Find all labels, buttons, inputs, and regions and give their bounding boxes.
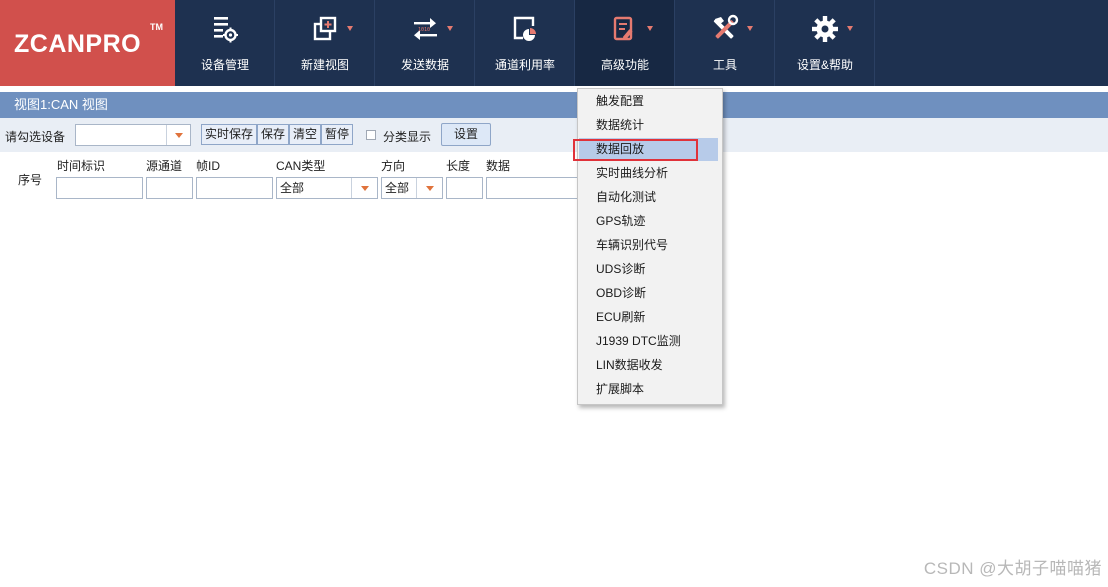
app-logo: ZCANPRO TM: [0, 0, 175, 86]
toolbar-settings-help-button[interactable]: 设置&帮助: [775, 0, 875, 86]
toolbar-label: 高级功能: [600, 58, 649, 72]
toolbar-advanced-functions-button[interactable]: 高级功能: [575, 0, 675, 86]
direction-filter-value: 全部: [385, 181, 410, 195]
column-header-time: 时间标识: [57, 159, 106, 173]
frame-id-filter-input[interactable]: [196, 177, 273, 199]
logo-text: ZCANPRO: [14, 30, 142, 58]
clear-button[interactable]: 清空: [289, 124, 321, 145]
can-type-filter-select[interactable]: 全部: [276, 177, 378, 199]
menu-item-automation-test[interactable]: 自动化测试: [579, 186, 718, 209]
menu-item-ecu-flash[interactable]: ECU刷新: [579, 306, 718, 329]
tools-icon: [713, 14, 739, 39]
send-data-icon: 1010: [414, 18, 437, 40]
length-filter-input[interactable]: [446, 177, 483, 199]
gear-icon: [812, 16, 838, 42]
save-button[interactable]: 保存: [257, 124, 289, 145]
channel-filter-input[interactable]: [146, 177, 193, 199]
classify-display-label: 分类显示: [383, 130, 432, 144]
menu-item-vin[interactable]: 车辆识别代号: [579, 234, 718, 257]
advanced-functions-icon: [613, 16, 633, 41]
can-type-filter-value: 全部: [280, 181, 305, 195]
channel-usage-icon: [513, 16, 536, 41]
classify-display-checkbox[interactable]: [366, 130, 376, 140]
advanced-functions-menu: 触发配置 数据统计 数据回放 实时曲线分析 自动化测试 GPS轨迹 车辆识别代号…: [577, 88, 723, 405]
menu-item-lin-data[interactable]: LIN数据收发: [579, 354, 718, 377]
toolbar-new-view-button[interactable]: 新建视图: [275, 0, 375, 86]
device-select-label: 请勾选设备: [5, 130, 66, 144]
data-filter-input[interactable]: [486, 177, 578, 199]
chevron-down-icon[interactable]: [416, 178, 442, 198]
toolbar-tools-button[interactable]: 工具: [675, 0, 775, 86]
view-title-bar: 视图1:CAN 视图: [0, 92, 1108, 118]
column-header-direction: 方向: [381, 159, 406, 173]
toolbar-label: 通道利用率: [494, 58, 555, 72]
toolbar-send-data-button[interactable]: 1010 发送数据: [375, 0, 475, 86]
toolbar-label: 发送数据: [400, 58, 449, 72]
new-view-icon: [313, 16, 337, 41]
highlight-annotation-box: [573, 139, 698, 161]
chevron-down-icon: [447, 26, 453, 31]
column-header-frame-id: 帧ID: [196, 159, 221, 173]
device-settings-icon: [214, 17, 238, 43]
menu-item-gps-track[interactable]: GPS轨迹: [579, 210, 718, 233]
toolbar-label: 工具: [712, 58, 737, 72]
chevron-down-icon[interactable]: [166, 125, 190, 145]
menu-item-extension-script[interactable]: 扩展脚本: [579, 378, 718, 401]
svg-text:1010: 1010: [418, 27, 430, 33]
menu-item-uds-diagnosis[interactable]: UDS诊断: [579, 258, 718, 281]
column-header-length: 长度: [446, 159, 471, 173]
chevron-down-icon[interactable]: [351, 178, 377, 198]
column-header-data: 数据: [486, 159, 511, 173]
toolbar-label: 设备管理: [200, 58, 249, 72]
menu-item-trigger-config[interactable]: 触发配置: [579, 90, 718, 113]
menu-item-j1939-dtc[interactable]: J1939 DTC监测: [579, 330, 718, 353]
top-toolbar: ZCANPRO TM 设备管理 新建视图 1010 发送数据 通道利用率 高级功…: [0, 0, 1108, 86]
toolbar-label: 新建视图: [300, 58, 349, 72]
app-window: ZCANPRO TM 设备管理 新建视图 1010 发送数据 通道利用率 高级功…: [0, 0, 1108, 587]
column-header-seq: 序号: [18, 173, 43, 187]
direction-filter-select[interactable]: 全部: [381, 177, 443, 199]
chevron-down-icon: [747, 26, 753, 31]
watermark: CSDN @大胡子喵喵猪: [923, 559, 1102, 578]
settings-button[interactable]: 设置: [441, 123, 491, 146]
chevron-down-icon: [647, 26, 653, 31]
chevron-down-icon: [847, 26, 853, 31]
logo-trademark: TM: [150, 22, 163, 32]
device-select-combobox[interactable]: [75, 124, 191, 146]
column-header-can-type: CAN类型: [276, 159, 326, 173]
toolbar-channel-usage-button[interactable]: 通道利用率: [475, 0, 575, 86]
toolbar-label: 设置&帮助: [796, 58, 853, 72]
realtime-save-button[interactable]: 实时保存: [201, 124, 257, 145]
chevron-down-icon: [347, 26, 353, 31]
menu-item-obd-diagnosis[interactable]: OBD诊断: [579, 282, 718, 305]
menu-item-realtime-curve[interactable]: 实时曲线分析: [579, 162, 718, 185]
toolbar-device-management-button[interactable]: 设备管理: [175, 0, 275, 86]
pause-button[interactable]: 暂停: [321, 124, 353, 145]
menu-item-data-statistics[interactable]: 数据统计: [579, 114, 718, 137]
column-header-channel: 源通道: [146, 159, 183, 173]
time-filter-input[interactable]: [56, 177, 143, 199]
